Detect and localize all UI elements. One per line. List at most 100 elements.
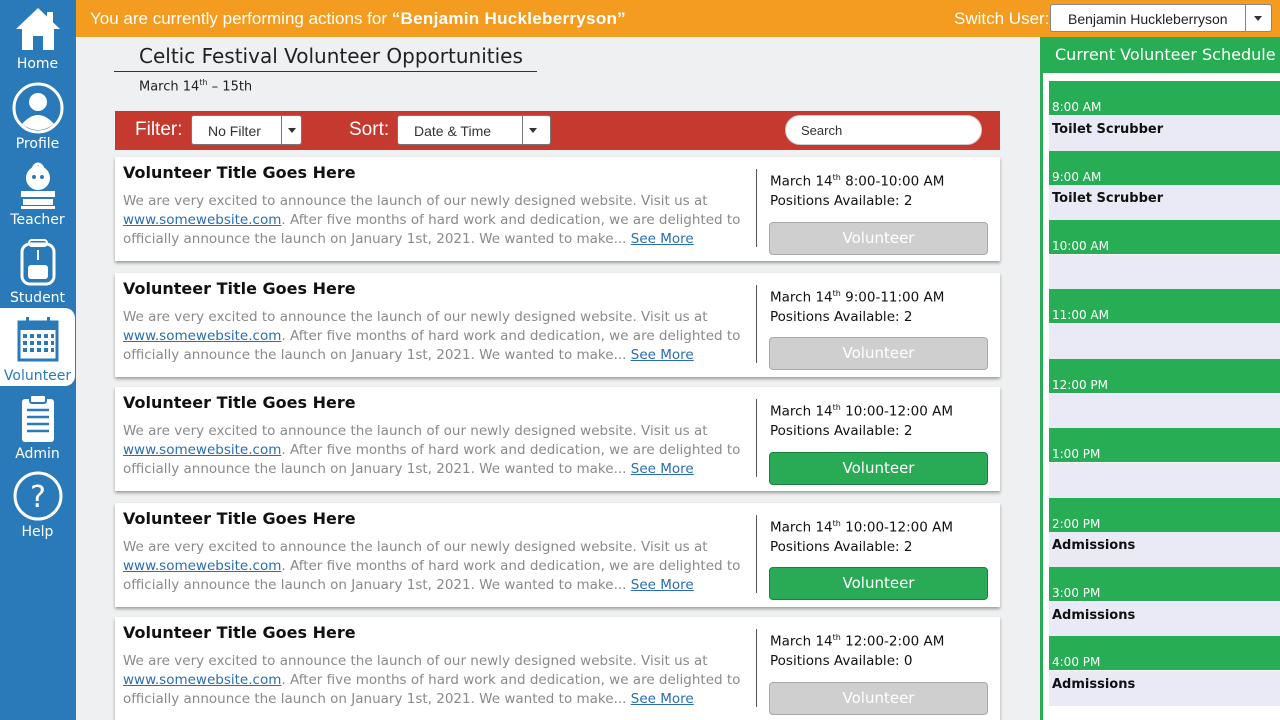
home-icon — [15, 8, 60, 50]
page-dates: March 14th – 15th — [139, 78, 252, 94]
schedule-time-slot: 8:00 AM — [1049, 81, 1280, 115]
dates-sup: th — [199, 78, 208, 87]
positions-available: Positions Available: 2 — [770, 423, 913, 439]
schedule-slot-task[interactable] — [1049, 394, 1280, 429]
slot-time-label: 9:00 AM — [1052, 170, 1102, 184]
volunteer-button[interactable]: Volunteer — [769, 452, 988, 485]
website-link[interactable]: www.somewebsite.com — [123, 672, 281, 688]
date-text: March 14 — [770, 173, 833, 190]
see-more-link[interactable]: See More — [631, 691, 694, 707]
nav-admin[interactable]: Admin — [0, 394, 75, 472]
title-divider — [114, 71, 537, 72]
search-input[interactable] — [785, 115, 982, 145]
time-text: 9:00-11:00 AM — [840, 289, 945, 306]
sidebar-nav: Home Profile Teacher Student Volunteer A… — [0, 0, 76, 720]
schedule-slot-task[interactable]: Toilet Scrubber — [1049, 185, 1280, 220]
calendar-icon — [17, 317, 58, 362]
card-title: Volunteer Title Goes Here — [123, 509, 356, 528]
positions-available: Positions Available: 0 — [770, 653, 913, 669]
card-title: Volunteer Title Goes Here — [123, 279, 356, 298]
switch-user-select[interactable]: Benjamin Huckleberryson — [1050, 4, 1272, 32]
nav-help[interactable]: ? Help — [0, 470, 75, 548]
date-sup: th — [832, 633, 841, 642]
card-divider — [756, 285, 757, 363]
website-link[interactable]: www.somewebsite.com — [123, 442, 281, 458]
banner-message: You are currently performing actions for… — [90, 9, 626, 29]
switch-user-label: Switch User: — [954, 9, 1050, 28]
student-icon — [20, 239, 55, 286]
nav-label: Profile — [15, 136, 60, 152]
chevron-down-icon[interactable] — [522, 116, 550, 144]
nav-label: Student — [9, 290, 66, 306]
slot-time-label: 4:00 PM — [1052, 655, 1101, 669]
schedule-time-slot: 12:00 PM — [1049, 359, 1280, 393]
acting-user-banner: You are currently performing actions for… — [76, 0, 1280, 37]
volunteer-card: Volunteer Title Goes Here We are very ex… — [115, 387, 1000, 491]
time-text: 10:00-12:00 AM — [840, 403, 953, 420]
desc-text: We are very excited to announce the laun… — [123, 309, 708, 325]
website-link[interactable]: www.somewebsite.com — [123, 328, 281, 344]
slot-time-label: 2:00 PM — [1052, 517, 1101, 531]
volunteer-card: Volunteer Title Goes Here We are very ex… — [115, 503, 1000, 607]
volunteer-button[interactable]: Volunteer — [769, 567, 988, 600]
schedule-slot-task[interactable]: Admissions — [1049, 532, 1280, 567]
date-sup: th — [832, 519, 841, 528]
schedule-slot-task[interactable]: Admissions — [1049, 602, 1280, 637]
card-description: We are very excited to announce the laun… — [123, 422, 748, 479]
nav-label: Home — [16, 56, 59, 72]
schedule-slot-task[interactable]: Toilet Scrubber — [1049, 116, 1280, 151]
schedule-slot-task[interactable]: Admissions — [1049, 671, 1280, 706]
filter-value: No Filter — [208, 123, 261, 139]
volunteer-card: Volunteer Title Goes Here We are very ex… — [115, 273, 1000, 377]
chevron-down-icon[interactable] — [1245, 5, 1271, 31]
schedule-time-slot: 2:00 PM — [1049, 498, 1280, 532]
card-title: Volunteer Title Goes Here — [123, 163, 356, 182]
schedule-slot-task[interactable] — [1049, 255, 1280, 290]
schedule-slot-task[interactable] — [1049, 324, 1280, 359]
help-icon: ? — [13, 471, 62, 521]
volunteer-button[interactable]: Volunteer — [769, 682, 988, 715]
date-text: March 14 — [770, 289, 833, 306]
card-divider — [756, 399, 757, 477]
slot-task-label: Admissions — [1052, 608, 1136, 623]
filter-select[interactable]: No Filter — [191, 115, 302, 145]
see-more-link[interactable]: See More — [631, 347, 694, 363]
slot-time-label: 1:00 PM — [1052, 447, 1101, 461]
see-more-link[interactable]: See More — [631, 577, 694, 593]
filter-label: Filter: — [135, 119, 183, 140]
see-more-link[interactable]: See More — [631, 461, 694, 477]
website-link[interactable]: www.somewebsite.com — [123, 558, 281, 574]
date-text: March 14 — [770, 633, 833, 650]
nav-home[interactable]: Home — [0, 4, 75, 82]
nav-label: Volunteer — [3, 368, 72, 384]
slot-task-label: Admissions — [1052, 677, 1136, 692]
slot-time-label: 10:00 AM — [1052, 239, 1109, 253]
profile-icon — [12, 82, 63, 134]
see-more-link[interactable]: See More — [631, 231, 694, 247]
card-description: We are very excited to announce the laun… — [123, 538, 748, 595]
card-date: March 14th 12:00-2:00 AM — [770, 633, 944, 650]
slot-time-label: 3:00 PM — [1052, 586, 1101, 600]
nav-teacher[interactable]: Teacher — [0, 160, 75, 238]
switch-user-value: Benjamin Huckleberryson — [1068, 11, 1228, 27]
positions-available: Positions Available: 2 — [770, 309, 913, 325]
slot-time-label: 8:00 AM — [1052, 100, 1102, 114]
desc-text: We are very excited to announce the laun… — [123, 193, 708, 209]
schedule-slot-task[interactable] — [1049, 463, 1280, 498]
slot-task-label: Toilet Scrubber — [1052, 122, 1164, 137]
chevron-down-icon[interactable] — [281, 116, 301, 144]
volunteer-button[interactable]: Volunteer — [769, 337, 988, 370]
clipboard-icon — [21, 394, 54, 442]
sort-select[interactable]: Date & Time — [397, 115, 551, 145]
nav-volunteer[interactable]: Volunteer — [0, 308, 75, 386]
page-title: Celtic Festival Volunteer Opportunities — [139, 44, 523, 68]
nav-profile[interactable]: Profile — [0, 82, 75, 160]
nav-student[interactable]: Student — [0, 238, 75, 316]
card-date: March 14th 10:00-12:00 AM — [770, 519, 953, 536]
desc-text: We are very excited to announce the laun… — [123, 539, 708, 555]
positions-available: Positions Available: 2 — [770, 193, 913, 209]
website-link[interactable]: www.somewebsite.com — [123, 212, 281, 228]
slot-task-label: Toilet Scrubber — [1052, 191, 1164, 206]
card-title: Volunteer Title Goes Here — [123, 623, 356, 642]
volunteer-button[interactable]: Volunteer — [769, 222, 988, 255]
